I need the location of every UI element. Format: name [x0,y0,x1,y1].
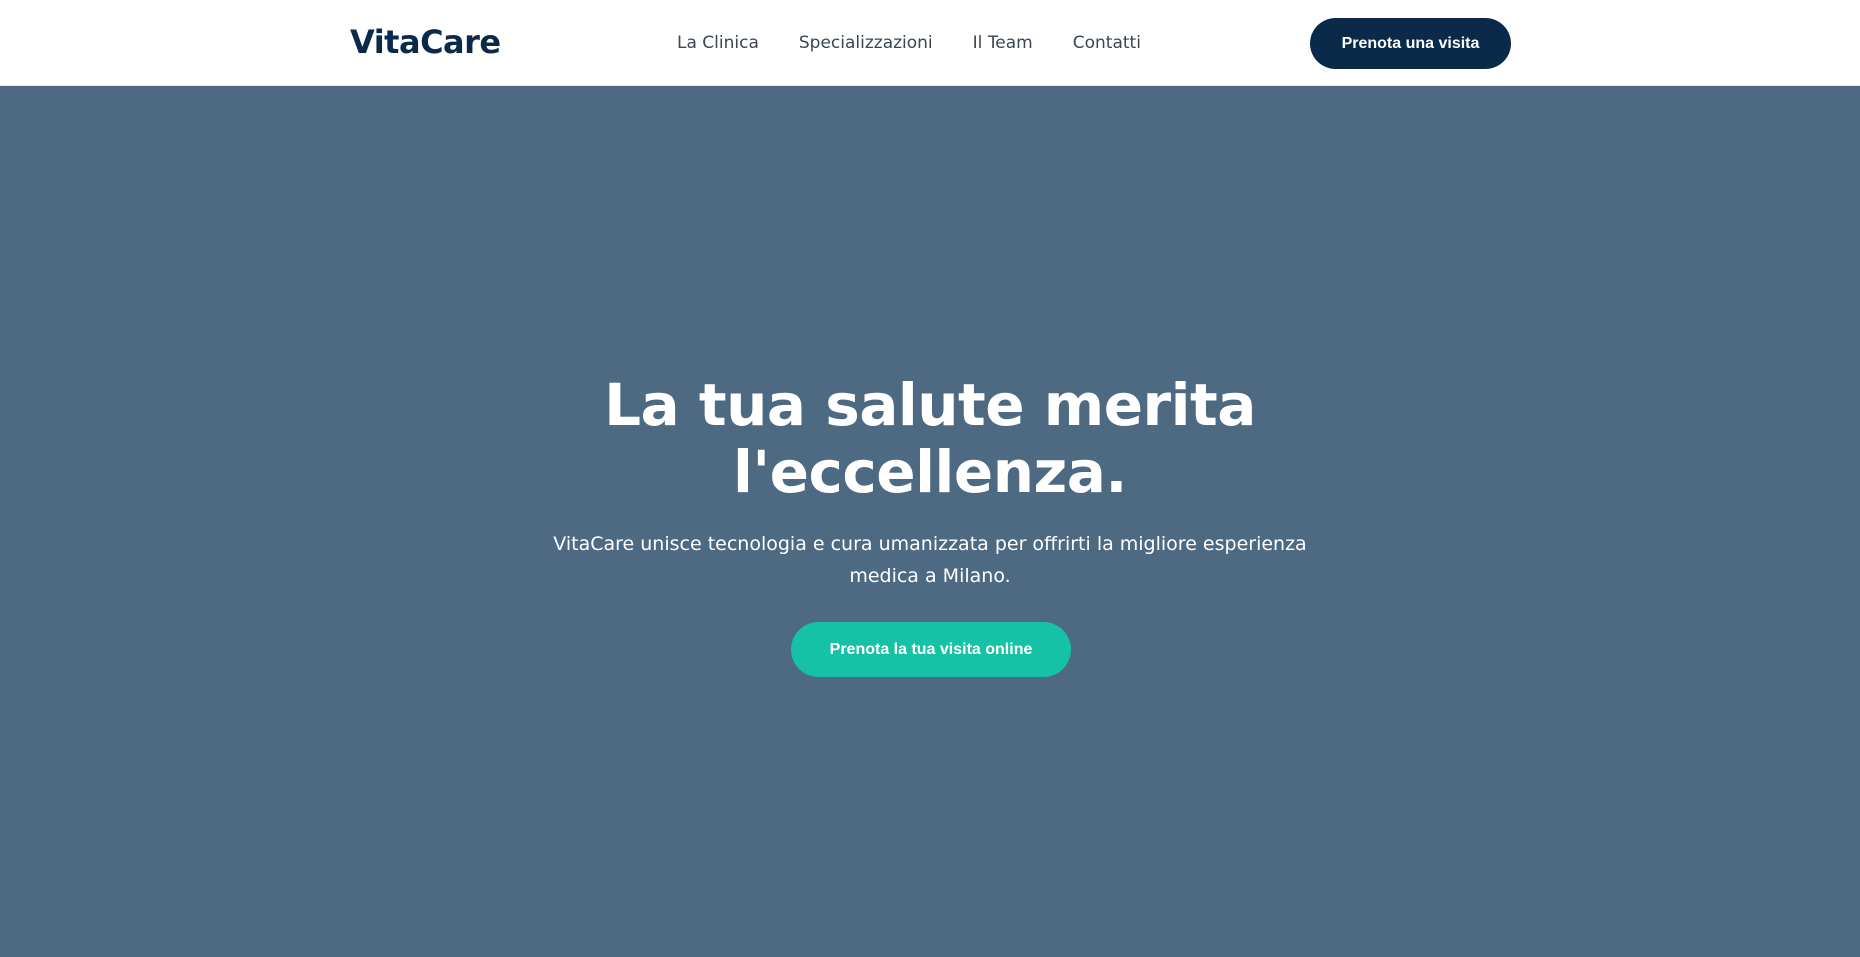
nav-link-il-team[interactable]: Il Team [973,30,1033,56]
logo[interactable]: VitaCare [350,20,501,64]
hero-subtitle-line-1: VitaCare unisce tecnologia e cura umaniz… [553,533,1307,555]
hero-subtitle-line-2: medica a Milano. [849,565,1011,587]
top-navbar: VitaCare La Clinica Specializzazioni Il … [0,0,1860,86]
hero-title-line-1: La tua salute merita [604,371,1256,439]
nav-link-contatti[interactable]: Contatti [1073,30,1141,56]
main-nav: La Clinica Specializzazioni Il Team Cont… [677,30,1141,56]
nav-link-la-clinica[interactable]: La Clinica [677,30,759,56]
book-online-visit-button[interactable]: Prenota la tua visita online [791,622,1071,677]
book-visit-button[interactable]: Prenota una visita [1310,18,1511,69]
nav-link-specializzazioni[interactable]: Specializzazioni [799,30,933,56]
hero-subtitle: VitaCare unisce tecnologia e cura umaniz… [530,528,1330,592]
hero-title-line-2: l'eccellenza. [733,438,1127,506]
hero-section: La tua salute merita l'eccellenza. VitaC… [0,86,1860,957]
hero-title: La tua salute merita l'eccellenza. [430,372,1430,506]
